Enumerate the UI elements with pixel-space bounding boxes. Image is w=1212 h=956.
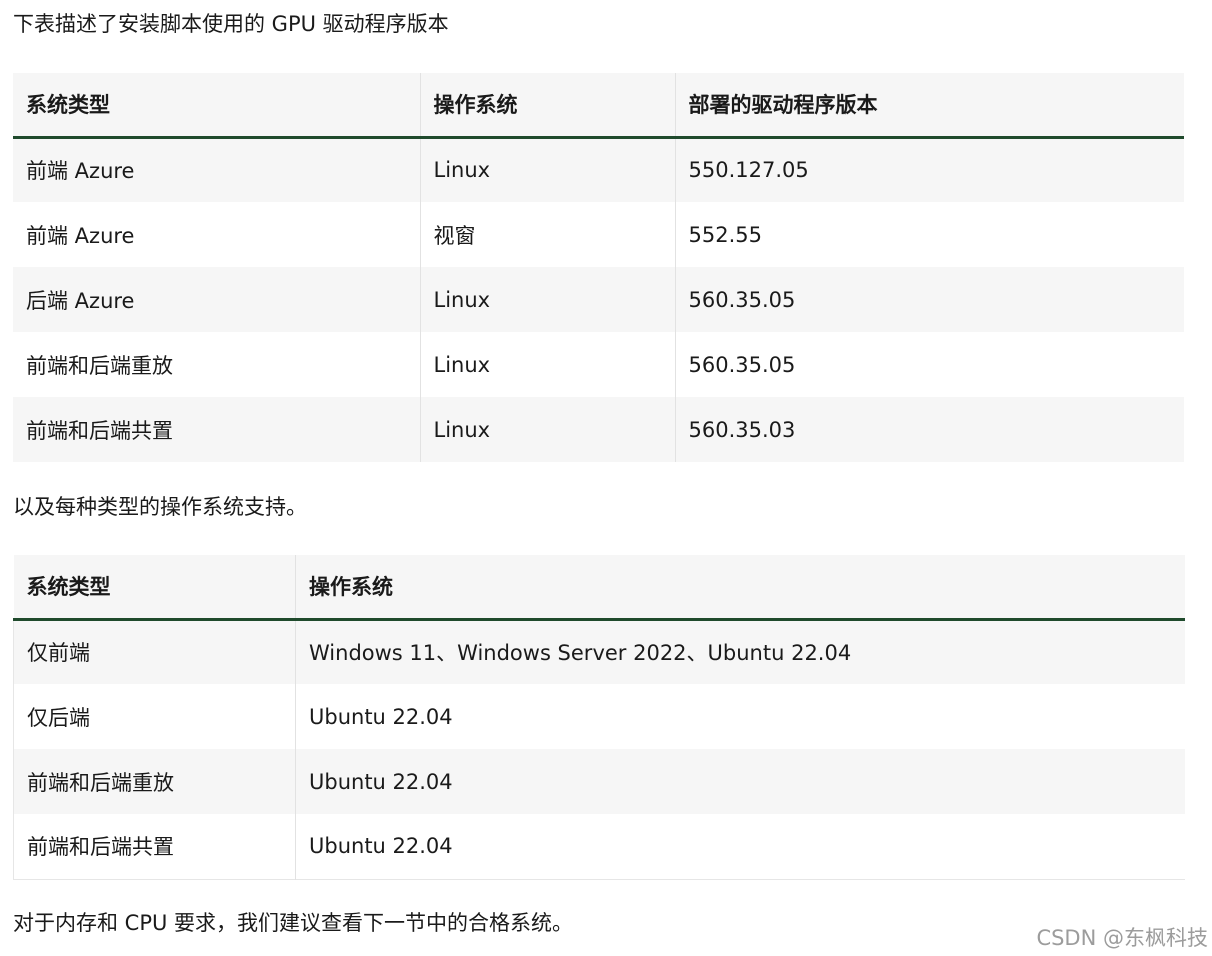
os-support-paragraph: 以及每种类型的操作系统支持。: [13, 495, 307, 519]
cell-driver-version: 560.35.05: [674, 332, 1184, 397]
cell-system-type: 前端 Azure: [13, 137, 420, 202]
cell-driver-version: 560.35.03: [674, 397, 1184, 462]
cell-os: Ubuntu 22.04: [295, 749, 1185, 814]
cell-os: Linux: [419, 267, 675, 332]
table-row: 前端和后端重放 Ubuntu 22.04: [13, 749, 1185, 814]
driver-version-table: 系统类型 操作系统 部署的驱动程序版本 前端 Azure Linux 550.1…: [13, 73, 1184, 462]
cell-system-type: 前端 Azure: [13, 202, 420, 267]
cell-os: 视窗: [419, 202, 675, 267]
header-os: 操作系统: [295, 555, 1185, 621]
cell-system-type: 仅后端: [13, 684, 296, 749]
intro-paragraph: 下表描述了安装脚本使用的 GPU 驱动程序版本: [13, 12, 449, 36]
cell-os: Windows 11、Windows Server 2022、Ubuntu 22…: [295, 619, 1185, 684]
cell-os: Ubuntu 22.04: [295, 814, 1185, 879]
cell-os: Linux: [419, 332, 675, 397]
header-system-type: 系统类型: [13, 73, 420, 139]
cell-os: Linux: [419, 137, 675, 202]
cell-system-type: 仅前端: [13, 619, 296, 684]
cell-system-type: 前端和后端共置: [13, 814, 296, 879]
cell-driver-version: 560.35.05: [674, 267, 1184, 332]
table-header-row: 系统类型 操作系统: [13, 555, 1185, 621]
table-row: 前端和后端共置 Ubuntu 22.04: [13, 814, 1185, 879]
watermark: CSDN @东枫科技: [1036, 926, 1208, 950]
cell-driver-version: 552.55: [674, 202, 1184, 267]
os-support-table: 系统类型 操作系统 仅前端 Windows 11、Windows Server …: [13, 555, 1185, 880]
cell-system-type: 前端和后端重放: [13, 749, 296, 814]
table-row: 前端 Azure 视窗 552.55: [13, 202, 1184, 267]
cell-os: Linux: [419, 397, 675, 462]
table-row: 前端 Azure Linux 550.127.05: [13, 137, 1184, 202]
cell-system-type: 前端和后端重放: [13, 332, 420, 397]
cell-system-type: 后端 Azure: [13, 267, 420, 332]
requirements-paragraph: 对于内存和 CPU 要求，我们建议查看下一节中的合格系统。: [13, 911, 574, 935]
table-header-row: 系统类型 操作系统 部署的驱动程序版本: [13, 73, 1184, 139]
table-row: 前端和后端重放 Linux 560.35.05: [13, 332, 1184, 397]
cell-driver-version: 550.127.05: [674, 137, 1184, 202]
header-system-type: 系统类型: [13, 555, 296, 621]
header-driver-version: 部署的驱动程序版本: [674, 73, 1184, 139]
table-row: 后端 Azure Linux 560.35.05: [13, 267, 1184, 332]
table-row: 仅前端 Windows 11、Windows Server 2022、Ubunt…: [13, 619, 1185, 684]
header-os: 操作系统: [419, 73, 675, 139]
cell-os: Ubuntu 22.04: [295, 684, 1185, 749]
table-row: 前端和后端共置 Linux 560.35.03: [13, 397, 1184, 462]
table-row: 仅后端 Ubuntu 22.04: [13, 684, 1185, 749]
cell-system-type: 前端和后端共置: [13, 397, 420, 462]
